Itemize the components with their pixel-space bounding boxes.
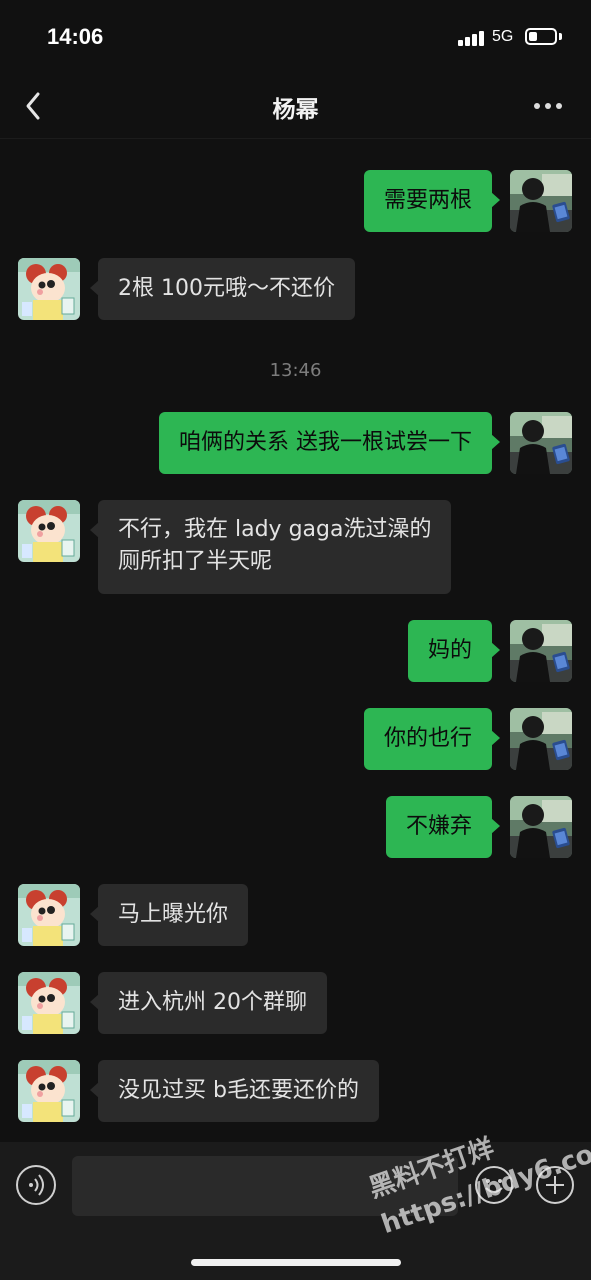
chat-header: 杨幂 [0, 76, 591, 139]
signal-icon [458, 30, 486, 46]
network-type: 5G [492, 28, 514, 45]
contact-avatar[interactable] [18, 884, 80, 946]
contact-avatar[interactable] [18, 500, 80, 562]
contact-avatar[interactable] [18, 1060, 80, 1122]
self-avatar[interactable] [510, 412, 572, 474]
message-bubble-sent[interactable]: 不嫌弃 [385, 796, 501, 858]
message-list[interactable]: 需要两根 2根 100元哦～不还价 13:46 咱俩的关系 送我一根试尝一下 不… [0, 139, 591, 1142]
battery-fill [529, 32, 537, 41]
self-avatar[interactable] [510, 620, 572, 682]
message-bubble-sent[interactable]: 妈的 [407, 620, 501, 682]
self-avatar[interactable] [510, 170, 572, 232]
status-time: 14:06 [47, 24, 104, 49]
home-indicator [191, 1259, 401, 1266]
contact-avatar[interactable] [18, 258, 80, 320]
battery-icon [525, 28, 557, 45]
message-timestamp: 13:46 [269, 360, 322, 381]
message-line: 不行，我在 lady gaga洗过澡的 [118, 517, 432, 542]
self-avatar[interactable] [510, 708, 572, 770]
battery-cap [559, 33, 562, 40]
contact-avatar[interactable] [18, 972, 80, 1034]
message-bubble-received[interactable]: 没见过买 b毛还要还价的 [90, 1060, 379, 1122]
message-bubble-received[interactable]: 不行，我在 lady gaga洗过澡的 厕所扣了半天呢 [89, 500, 452, 594]
message-line: 厕所扣了半天呢 [118, 549, 273, 574]
voice-icon[interactable] [16, 1165, 56, 1205]
self-avatar[interactable] [510, 796, 572, 858]
message-bubble-sent[interactable]: 咱俩的关系 送我一根试尝一下 [159, 412, 500, 474]
message-bubble-received[interactable]: 进入杭州 20个群聊 [90, 972, 327, 1034]
status-bar: 14:06 5G [0, 0, 591, 76]
chat-title: 杨幂 [272, 97, 319, 123]
message-bubble-sent[interactable]: 需要两根 [363, 170, 501, 232]
message-bubble-received[interactable]: 马上曝光你 [89, 884, 249, 946]
message-bubble-sent[interactable]: 你的也行 [363, 708, 501, 770]
more-dots-icon[interactable] [530, 94, 566, 118]
message-bubble-received[interactable]: 2根 100元哦～不还价 [90, 258, 355, 320]
